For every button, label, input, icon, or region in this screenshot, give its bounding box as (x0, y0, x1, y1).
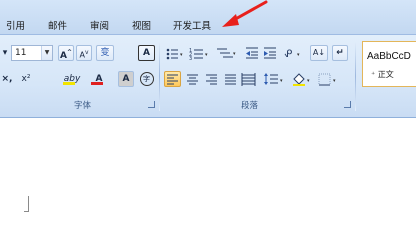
svg-text:▾: ▾ (180, 52, 183, 58)
tab-view[interactable]: 视图 (132, 18, 151, 32)
svg-text:▾: ▾ (297, 52, 300, 58)
tab-references[interactable]: 引用 (6, 18, 25, 32)
shrink-font-button[interactable]: Av (76, 45, 92, 61)
superscript-label: x² (21, 74, 31, 84)
svg-text:▾: ▾ (280, 78, 283, 84)
increase-indent-button[interactable] (262, 45, 278, 61)
svg-text:ᕵ: ᕵ (284, 49, 292, 60)
distributed-align-icon (241, 73, 256, 86)
align-center-button[interactable] (184, 71, 201, 87)
svg-text:▾: ▾ (205, 52, 208, 58)
style-normal-tile[interactable]: AaBbCcD ⁺ 正文 (362, 41, 416, 87)
character-border-button[interactable]: A (138, 45, 155, 61)
show-marks-button[interactable]: ↵ (332, 45, 348, 61)
highlight-color-swatch (63, 82, 75, 85)
tab-mailings[interactable]: 邮件 (48, 18, 67, 32)
grow-font-button[interactable]: A^ (58, 45, 74, 61)
phonetic-guide-label: 变 (100, 48, 110, 58)
chinese-layout-button[interactable]: ᕵ ▾ (282, 45, 304, 61)
font-name-dropdown-arrow[interactable]: ▾ (0, 45, 10, 61)
decrease-indent-icon (246, 47, 258, 59)
justify-button[interactable] (222, 71, 239, 87)
svg-text:3: 3 (189, 56, 192, 60)
align-right-button[interactable] (203, 71, 220, 87)
shading-button[interactable]: ▾ (290, 71, 314, 87)
grow-font-label: A (60, 51, 67, 61)
ribbon-home: ▾ 11 ▼ A^ Av 变 A ×, x² aby A A 字 字体 ▾ 1 … (0, 34, 416, 118)
distributed-button[interactable] (240, 71, 257, 87)
phonetic-guide-button[interactable]: 变 (96, 45, 114, 61)
character-border-label: A (143, 48, 150, 58)
justify-icon (225, 74, 236, 85)
red-arrow-annotation (222, 0, 268, 27)
tab-review[interactable]: 审阅 (90, 18, 109, 32)
group-divider (355, 41, 356, 111)
clear-formatting-button[interactable]: ×, (0, 71, 14, 87)
line-spacing-icon: ▾ (264, 73, 283, 85)
align-center-icon (187, 74, 198, 85)
font-group-label: 字体 (74, 101, 92, 111)
font-dialog-launcher-icon[interactable] (148, 101, 155, 108)
borders-button[interactable]: ▾ (316, 71, 340, 87)
align-left-button[interactable] (164, 71, 181, 87)
superscript-button[interactable]: x² (16, 71, 36, 87)
character-shading-label: A (122, 74, 130, 84)
group-divider (159, 41, 160, 111)
numbering-button[interactable]: 1 2 3 ▾ (188, 45, 212, 62)
paragraph-group-label: 段落 (241, 101, 259, 111)
sort-label: A↓ (312, 48, 326, 57)
clear-formatting-label: ×, (1, 74, 13, 84)
font-color-swatch (91, 82, 103, 85)
page-corner-mark (24, 196, 29, 212)
align-left-icon (167, 74, 178, 85)
ribbon-tab-bar: 引用 邮件 审阅 视图 开发工具 (0, 0, 416, 34)
show-marks-label: ↵ (336, 48, 344, 58)
style-preview-text: AaBbCcD (367, 51, 411, 62)
enclose-characters-label: 字 (139, 72, 154, 86)
svg-text:▾: ▾ (333, 78, 336, 84)
font-size-combo[interactable]: 11 ▼ (11, 45, 53, 61)
character-shading-button[interactable]: A (118, 71, 134, 87)
chinese-layout-icon: ᕵ ▾ (284, 49, 300, 60)
borders-icon: ▾ (318, 73, 336, 86)
style-name-label: ⁺ 正文 (371, 70, 394, 79)
decrease-indent-button[interactable] (244, 45, 260, 61)
paragraph-dialog-launcher-icon[interactable] (344, 101, 351, 108)
font-size-value: 11 (15, 48, 27, 58)
increase-indent-icon (264, 47, 276, 59)
bullet-list-icon: ▾ (166, 48, 183, 60)
tab-developer[interactable]: 开发工具 (173, 18, 211, 32)
bullets-button[interactable]: ▾ (164, 45, 186, 61)
numbered-list-icon: 1 2 3 ▾ (189, 48, 208, 62)
paint-bucket-icon: ▾ (293, 73, 310, 86)
document-canvas[interactable] (0, 118, 416, 216)
line-spacing-button[interactable]: ▾ (262, 71, 286, 87)
svg-text:▾: ▾ (233, 51, 236, 57)
chevron-down-icon[interactable]: ▼ (41, 46, 52, 60)
svg-text:▾: ▾ (307, 78, 310, 84)
enclose-characters-button[interactable]: 字 (138, 71, 155, 87)
highlight-button[interactable]: aby (60, 71, 84, 87)
multilevel-list-button[interactable]: ▾ (214, 45, 240, 61)
align-right-icon (206, 74, 217, 85)
sort-button[interactable]: A↓ (310, 45, 328, 61)
multilevel-list-icon: ▾ (217, 48, 236, 58)
font-color-button[interactable]: A (88, 71, 110, 87)
